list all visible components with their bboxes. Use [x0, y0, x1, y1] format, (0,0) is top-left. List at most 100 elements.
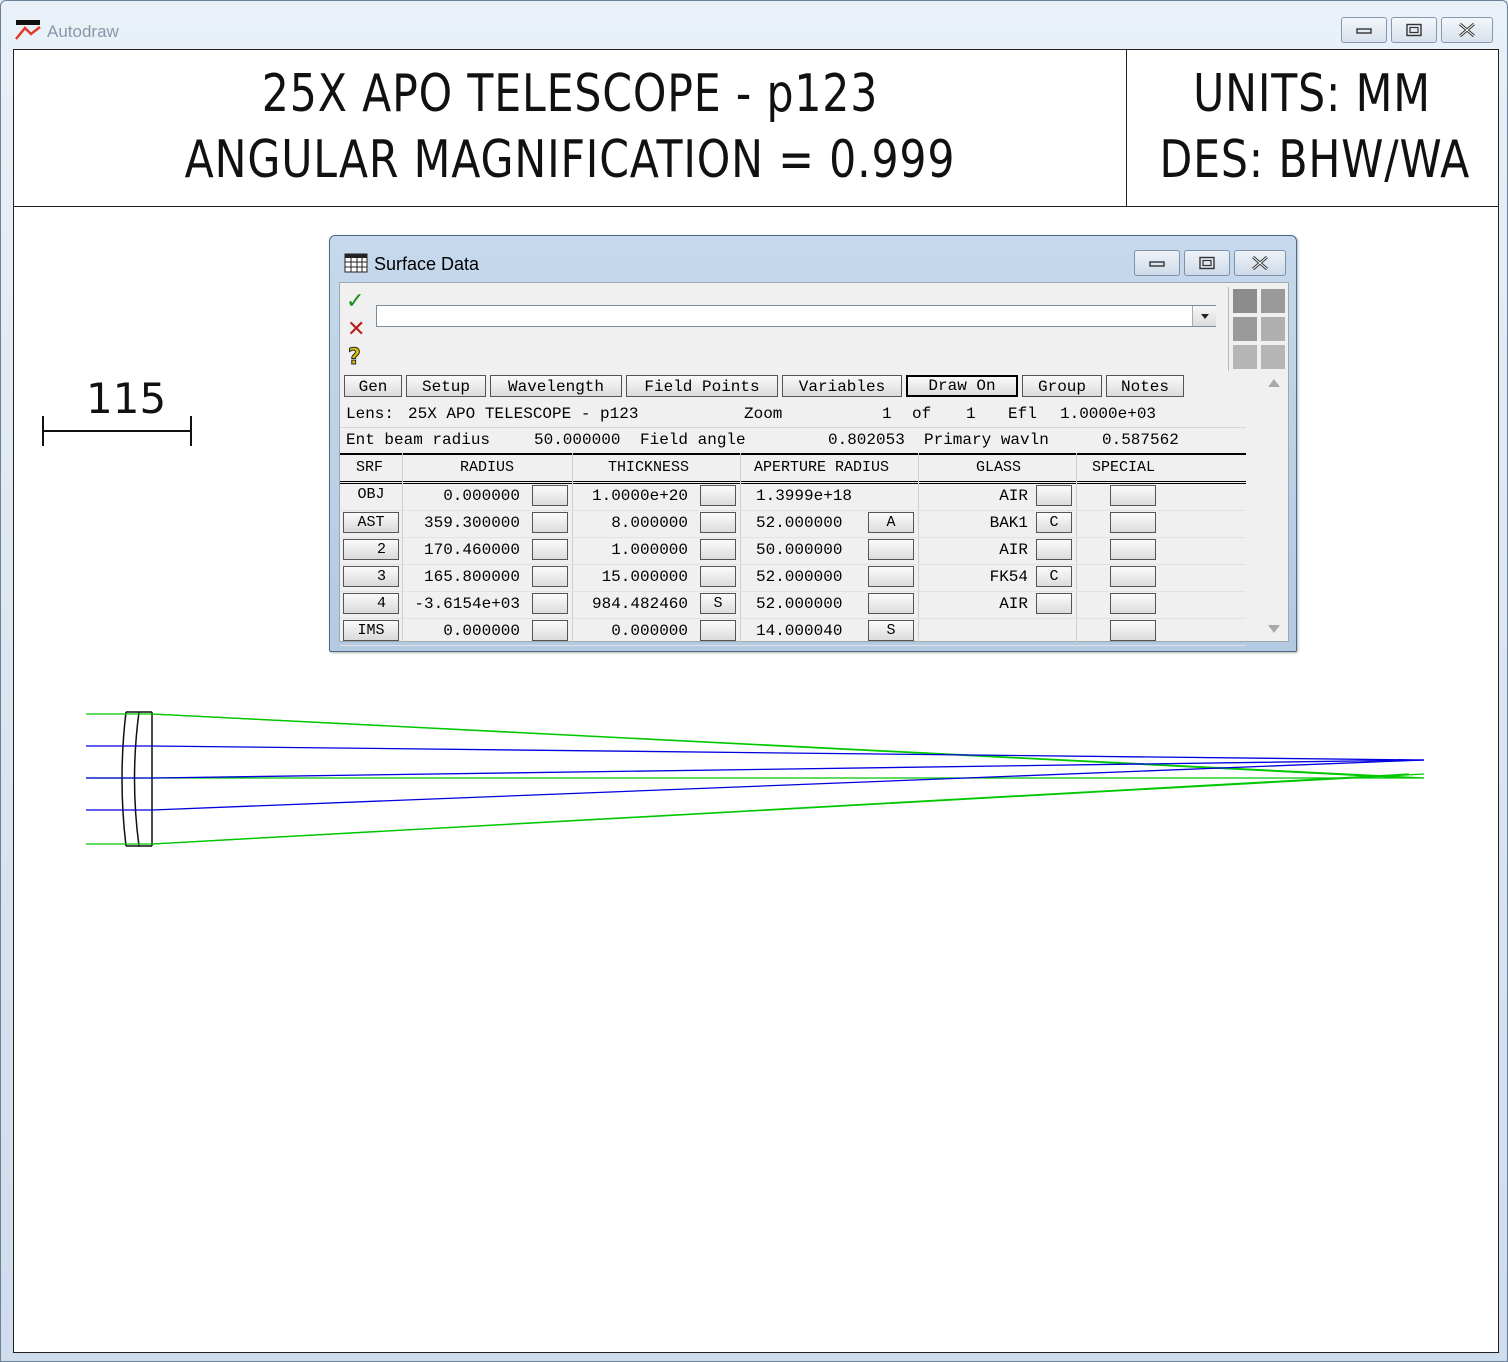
radius-cell[interactable]: 170.460000: [424, 541, 520, 559]
check-icon[interactable]: ✓: [346, 289, 364, 314]
col-aperture-radius: APERTURE RADIUS: [754, 459, 890, 476]
surface-number-button[interactable]: IMS: [343, 620, 399, 641]
radius-solve-button[interactable]: [532, 620, 568, 641]
green-rays: [86, 713, 1425, 845]
special-button[interactable]: [1110, 512, 1156, 533]
thickness-cell[interactable]: 8.000000: [611, 514, 688, 532]
thickness-cell[interactable]: 984.482460: [592, 595, 688, 613]
radius-solve-button[interactable]: [532, 539, 568, 560]
dialog-close-button[interactable]: [1234, 250, 1286, 276]
field-angle-value[interactable]: 0.802053: [828, 431, 905, 449]
window-title: Autodraw: [47, 22, 119, 41]
radius-solve-button[interactable]: [532, 512, 568, 533]
col-radius: RADIUS: [460, 459, 515, 476]
scroll-up-icon[interactable]: [1268, 379, 1280, 387]
thickness-solve-button[interactable]: S: [700, 593, 736, 614]
tab-wavelength[interactable]: Wavelength: [490, 375, 622, 397]
aperture-cell[interactable]: 14.000040: [756, 622, 842, 640]
dialog-minimize-button[interactable]: [1134, 250, 1180, 276]
aperture-cell[interactable]: 52.000000: [756, 514, 842, 532]
radius-cell[interactable]: 359.300000: [424, 514, 520, 532]
thickness-solve-button[interactable]: [700, 485, 736, 506]
thickness-solve-button[interactable]: [700, 566, 736, 587]
glass-solve-button[interactable]: C: [1036, 512, 1072, 533]
special-button[interactable]: [1110, 485, 1156, 506]
paste-icon[interactable]: [1261, 345, 1285, 369]
tab-field-points[interactable]: Field Points: [626, 375, 778, 397]
primary-wavelength-value[interactable]: 0.587562: [1102, 431, 1179, 449]
keyboard-icon[interactable]: [1233, 345, 1257, 369]
special-button[interactable]: [1110, 620, 1156, 641]
glass-cell[interactable]: BAK1: [990, 514, 1028, 532]
close-icon: [1252, 256, 1268, 270]
glass-cell[interactable]: FK54: [990, 568, 1028, 586]
minimize-button[interactable]: [1341, 17, 1387, 43]
special-button[interactable]: [1110, 593, 1156, 614]
surface-number-button[interactable]: 4: [343, 593, 399, 614]
glass-cell[interactable]: AIR: [999, 595, 1028, 613]
radius-cell[interactable]: 165.800000: [424, 568, 520, 586]
thickness-cell[interactable]: 15.000000: [602, 568, 688, 586]
glass-cell[interactable]: AIR: [999, 487, 1028, 505]
aperture-solve-button[interactable]: [868, 566, 914, 587]
radius-solve-button[interactable]: [532, 485, 568, 506]
ent-beam-radius-value[interactable]: 50.000000: [534, 431, 620, 449]
scroll-down-icon[interactable]: [1268, 625, 1280, 633]
tab-setup[interactable]: Setup: [406, 375, 486, 397]
aperture-solve-button[interactable]: [868, 593, 914, 614]
maximize-button[interactable]: [1391, 17, 1437, 43]
aperture-solve-button[interactable]: S: [868, 620, 914, 641]
radius-solve-button[interactable]: [532, 593, 568, 614]
surface-number-button[interactable]: 3: [343, 566, 399, 587]
aperture-cell[interactable]: 52.000000: [756, 568, 842, 586]
cancel-icon[interactable]: ✕: [347, 317, 365, 342]
glass-solve-button[interactable]: [1036, 485, 1072, 506]
thickness-solve-button[interactable]: [700, 539, 736, 560]
dialog-maximize-button[interactable]: [1184, 250, 1230, 276]
copy-icon[interactable]: [1261, 317, 1285, 341]
minimize-icon: [1356, 28, 1372, 34]
thickness-solve-button[interactable]: [700, 512, 736, 533]
aperture-cell[interactable]: 50.000000: [756, 541, 842, 559]
aperture-cell[interactable]: 1.3999e+18: [756, 487, 852, 505]
surface-data-dialog[interactable]: Surface Data ✓ ✕ ? Gen Setup Wavelength …: [329, 235, 1297, 652]
close-button[interactable]: [1441, 17, 1493, 43]
aperture-solve-button[interactable]: A: [868, 512, 914, 533]
toolbar-icon-1[interactable]: [1261, 289, 1285, 313]
tab-gen[interactable]: Gen: [344, 375, 402, 397]
toolbar-icon-2[interactable]: [1233, 317, 1257, 341]
thickness-cell[interactable]: 0.000000: [611, 622, 688, 640]
glass-solve-button[interactable]: [1036, 539, 1072, 560]
zoom-value[interactable]: 1: [882, 405, 892, 423]
aperture-solve-button[interactable]: [868, 539, 914, 560]
tab-buttons: Gen Setup Wavelength Field Points Variab…: [344, 375, 1184, 399]
help-icon[interactable]: ?: [348, 345, 362, 371]
tab-group[interactable]: Group: [1022, 375, 1102, 397]
radius-cell[interactable]: 0.000000: [443, 487, 520, 505]
radius-cell[interactable]: 0.000000: [443, 622, 520, 640]
tab-variables[interactable]: Variables: [782, 375, 902, 397]
thickness-cell[interactable]: 1.0000e+20: [592, 487, 688, 505]
surface-number-button[interactable]: 2: [343, 539, 399, 560]
command-dropdown-button[interactable]: [1192, 306, 1216, 326]
aperture-cell[interactable]: 52.000000: [756, 595, 842, 613]
thickness-cell[interactable]: 1.000000: [611, 541, 688, 559]
special-button[interactable]: [1110, 539, 1156, 560]
command-input[interactable]: [376, 305, 1216, 327]
glass-solve-button[interactable]: C: [1036, 566, 1072, 587]
special-button[interactable]: [1110, 566, 1156, 587]
surface-number-button[interactable]: AST: [343, 512, 399, 533]
insert-row-icon[interactable]: [1233, 289, 1257, 313]
glass-solve-button[interactable]: [1036, 593, 1072, 614]
tab-draw-on[interactable]: Draw On: [906, 375, 1018, 397]
thickness-solve-button[interactable]: [700, 620, 736, 641]
title-bar[interactable]: Autodraw: [1, 1, 1507, 47]
efl-value: 1.0000e+03: [1060, 405, 1157, 423]
tab-notes[interactable]: Notes: [1106, 375, 1184, 397]
lens-element: [121, 711, 153, 847]
lens-name[interactable]: 25X APO TELESCOPE - p123: [408, 405, 638, 423]
glass-cell[interactable]: AIR: [999, 541, 1028, 559]
radius-cell[interactable]: -3.6154e+03: [414, 595, 520, 613]
radius-solve-button[interactable]: [532, 566, 568, 587]
vertical-scrollbar[interactable]: [1262, 373, 1286, 639]
